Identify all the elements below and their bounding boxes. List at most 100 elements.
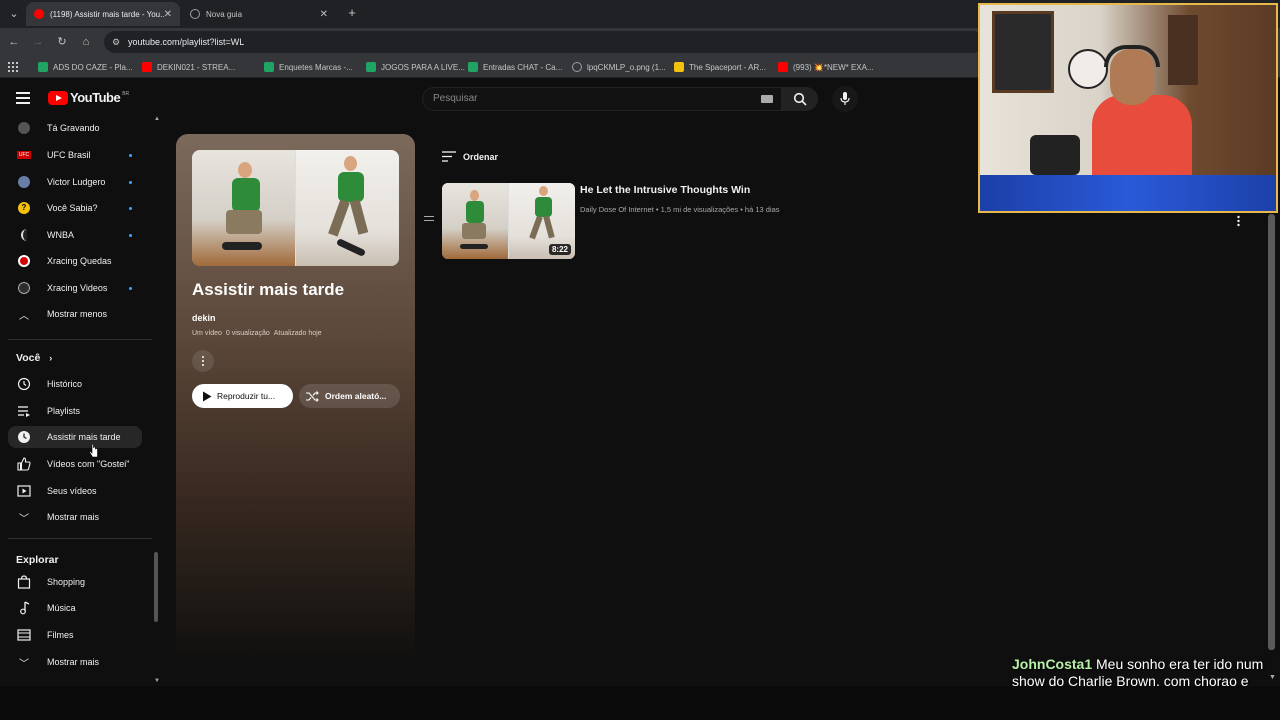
show-more-button[interactable]: ﹀ Mostrar mais [8, 651, 142, 673]
show-less-button[interactable]: ︿ Mostrar menos [8, 303, 142, 325]
subscription-item[interactable]: Xracing Videos [8, 277, 142, 299]
watch-later-icon [17, 430, 31, 444]
new-content-dot [129, 206, 132, 210]
subscription-item[interactable]: UFC UFC Brasil [8, 144, 142, 166]
sidebar-item-music[interactable]: Música [8, 597, 142, 619]
tab-watch-later[interactable]: (1198) Assistir mais tarde - You... ✕ [26, 2, 180, 26]
hamburger-menu-icon[interactable] [16, 92, 30, 104]
new-content-dot [129, 233, 132, 237]
shopping-icon [17, 575, 31, 589]
apps-icon[interactable] [8, 61, 18, 73]
bookmark-item[interactable]: ADS DO CAZE - Pla... [38, 61, 133, 73]
bookmark-item[interactable]: (993) 💥*NEW* EXA... [778, 61, 874, 73]
subscription-item[interactable]: Tá Gravando [8, 117, 142, 139]
sort-button[interactable]: Ordenar [442, 151, 498, 162]
sidebar-item-liked-videos[interactable]: Vídeos com "Gostei" [8, 453, 142, 475]
bottom-bar [0, 686, 1280, 720]
show-more-button[interactable]: ﹀ Mostrar mais [8, 506, 142, 528]
movies-icon [17, 628, 31, 642]
bookmark-label: The Spaceport - AR... [689, 62, 766, 72]
playlist-owner[interactable]: dekin [192, 313, 216, 323]
shuffle-label: Ordem aleató... [325, 391, 387, 401]
video-more-icon[interactable] [1237, 215, 1240, 227]
sidebar-scrollbar[interactable]: ▲ ▼ [154, 116, 160, 686]
tab-title: Nova guia [206, 9, 243, 19]
voice-search-button[interactable] [832, 86, 858, 112]
subscription-item[interactable]: ? Você Sabia? [8, 197, 142, 219]
more-vertical-icon [202, 356, 204, 366]
meta-updated: Atualizado hoje [273, 330, 322, 337]
playlist-more-button[interactable] [192, 350, 214, 372]
play-icon [203, 391, 212, 401]
sidebar-item-shopping[interactable]: Shopping [8, 571, 142, 593]
meta-views: 0 visualização [225, 330, 270, 337]
chevron-down-icon: ﹀ [19, 658, 29, 670]
youtube-logo[interactable]: YouTube BR [48, 90, 129, 105]
spaceport-icon [674, 62, 684, 72]
forward-icon[interactable]: → [30, 34, 46, 50]
webcam-overlay [978, 3, 1278, 213]
bookmark-item[interactable]: The Spaceport - AR... [674, 61, 766, 73]
bookmark-item[interactable]: lpqCKMLP_o.png (1... [572, 61, 666, 73]
subscription-item[interactable]: WNBA [8, 224, 142, 246]
scrollbar-thumb[interactable] [154, 552, 158, 622]
site-info-icon[interactable]: ⚙ [112, 31, 120, 53]
tab-list-icon[interactable]: ⌄ [6, 6, 22, 22]
reload-icon[interactable]: ↻ [54, 34, 70, 50]
subscription-item[interactable]: Xracing Quedas [8, 250, 142, 272]
home-icon[interactable]: ⌂ [78, 34, 94, 50]
shuffle-button[interactable]: Ordem aleató... [299, 384, 400, 408]
chevron-down-icon: ﹀ [19, 513, 29, 525]
sidebar-divider [8, 538, 152, 539]
sidebar-item-label: Histórico [47, 379, 83, 389]
like-icon [17, 457, 31, 471]
search-button[interactable] [782, 87, 818, 111]
sidebar-item-playlists[interactable]: Playlists [8, 400, 142, 422]
sheets-icon [264, 62, 274, 72]
sidebar: Tá Gravando UFC UFC Brasil Victor Ludger… [0, 116, 160, 686]
thumbnail-scene-right [296, 150, 399, 266]
video-title[interactable]: He Let the Intrusive Thoughts Win [580, 184, 750, 196]
bookmark-item[interactable]: Enquetes Marcas -... [264, 61, 353, 73]
chat-username: JohnCosta1 [1012, 656, 1093, 672]
keyboard-icon[interactable] [761, 95, 773, 103]
tab-new-tab[interactable]: Nova guia ✕ [182, 2, 336, 26]
page-scrollbar-thumb[interactable] [1268, 214, 1275, 650]
thumbnail-scene-left [442, 183, 508, 259]
bookmark-item[interactable]: JOGOS PARA A LIVE... [366, 61, 465, 73]
drag-handle-icon[interactable] [424, 216, 434, 222]
play-all-button[interactable]: Reproduzir tu... [192, 384, 293, 408]
bookmark-label: (993) 💥*NEW* EXA... [793, 62, 874, 72]
sidebar-item-watch-later[interactable]: Assistir mais tarde [8, 426, 142, 448]
close-tab-icon[interactable]: ✕ [320, 9, 328, 20]
country-code: BR [122, 90, 130, 97]
address-bar[interactable]: ⚙ youtube.com/playlist?list=WL [104, 31, 984, 53]
channel-avatar [17, 175, 31, 189]
bookmark-item[interactable]: DEKIN021 - STREA... [142, 61, 235, 73]
show-more-label: Mostrar mais [47, 512, 100, 522]
sort-icon [442, 151, 456, 162]
back-icon[interactable]: ← [6, 34, 22, 50]
microphone-arm [1030, 135, 1080, 175]
subscription-label: WNBA [47, 230, 74, 240]
sidebar-item-movies[interactable]: Filmes [8, 624, 142, 646]
you-section-header[interactable]: Você › [16, 352, 52, 364]
subscription-label: Victor Ludgero [47, 177, 106, 187]
sidebar-item-history[interactable]: Histórico [8, 373, 142, 395]
bookmark-item[interactable]: Entradas CHAT - Ca... [468, 61, 562, 73]
playlist-thumbnail[interactable] [192, 150, 399, 266]
youtube-favicon-icon [142, 62, 152, 72]
close-tab-icon[interactable]: ✕ [164, 9, 172, 20]
bookmark-label: lpqCKMLP_o.png (1... [587, 62, 666, 72]
video-channel[interactable]: Daily Dose Of Internet [580, 205, 654, 214]
video-thumbnail[interactable]: 8:22 [442, 183, 575, 259]
sidebar-item-your-videos[interactable]: Seus vídeos [8, 480, 142, 502]
new-tab-icon[interactable]: + [344, 5, 360, 21]
search-input[interactable]: Pesquisar [422, 87, 782, 111]
wall-art [1068, 49, 1108, 89]
sidebar-divider [8, 339, 152, 340]
new-content-dot [129, 180, 132, 184]
video-meta: Daily Dose Of Internet • 1,5 mi de visua… [580, 205, 780, 214]
subscription-item[interactable]: Victor Ludgero [8, 171, 142, 193]
sidebar-item-label: Filmes [47, 630, 74, 640]
